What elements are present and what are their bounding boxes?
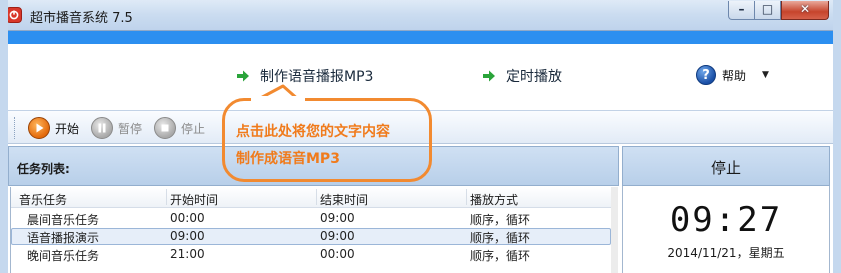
table-header: 音乐任务 开始时间 结束时间 播放方式 [11, 187, 611, 208]
column-header[interactable]: 开始时间 [170, 191, 218, 208]
window-title: 超市播音系统 7.5 [30, 11, 133, 26]
current-time: 09:27 [669, 200, 783, 240]
stop-label: 停止 [181, 121, 206, 136]
make-mp3-link[interactable]: 制作语音播报MP3 [236, 66, 373, 86]
callout-line-2: 制作成语音MP3 [236, 151, 340, 167]
task-name: 晨间音乐任务 [27, 213, 100, 227]
green-arrow-icon [483, 70, 495, 82]
task-end-time: 09:00 [320, 229, 355, 243]
pause-button[interactable]: 暂停 [91, 117, 142, 139]
minimize-icon: – [738, 2, 745, 16]
title-bar[interactable]: 超市播音系统 7.5 – □ ✕ [0, 0, 841, 31]
green-arrow-icon [237, 70, 249, 82]
task-name: 晚间音乐任务 [27, 249, 100, 263]
close-icon: ✕ [799, 2, 811, 16]
task-start-time: 00:00 [170, 211, 205, 225]
task-name: 语音播报演示 [27, 231, 100, 245]
help-icon: ? [696, 65, 716, 85]
header-accent-bar [8, 31, 833, 44]
start-label: 开始 [55, 121, 80, 136]
maximize-button[interactable]: □ [755, 1, 781, 20]
stop-icon [154, 117, 176, 139]
pause-label: 暂停 [118, 121, 143, 136]
player-state-label: 停止 [710, 159, 741, 177]
task-table: 音乐任务 开始时间 结束时间 播放方式 晨间音乐任务 00:00 09:00 顺… [10, 187, 618, 273]
task-play-mode: 顺序，循环 [470, 213, 531, 227]
help-menu[interactable]: ? 帮助 ▼ [696, 65, 769, 85]
scheduled-play-link[interactable]: 定时播放 [482, 66, 562, 86]
player-state-header: 停止 [622, 146, 830, 186]
start-button[interactable]: 开始 [28, 117, 79, 139]
clock-panel: 09:27 2014/11/21，星期五 [622, 186, 830, 273]
table-row[interactable]: 晚间音乐任务 21:00 00:00 顺序，循环 [11, 246, 611, 263]
task-list-title: 任务列表: [17, 162, 70, 176]
pause-icon [91, 117, 113, 139]
minimize-button[interactable]: – [728, 1, 755, 20]
column-divider[interactable] [466, 189, 467, 205]
task-end-time: 09:00 [320, 211, 355, 225]
callout-tail-cover [251, 96, 305, 104]
task-play-mode: 顺序，循环 [470, 231, 531, 245]
column-header[interactable]: 播放方式 [470, 191, 518, 208]
help-label: 帮助 [722, 68, 747, 83]
vertical-scrollbar[interactable] [611, 187, 618, 273]
app-window: 超市播音系统 7.5 – □ ✕ 制作语音播报MP3 定时播放 ? 帮助 ▼ 开… [0, 0, 841, 273]
app-logo-icon [6, 7, 22, 23]
chevron-down-icon[interactable]: ▼ [762, 70, 769, 80]
column-header[interactable]: 音乐任务 [19, 191, 67, 208]
task-start-time: 21:00 [170, 247, 205, 261]
toolbar-grip[interactable] [14, 117, 18, 139]
task-play-mode: 顺序，循环 [470, 249, 531, 263]
column-divider[interactable] [316, 189, 317, 205]
scheduled-play-label: 定时播放 [506, 69, 562, 85]
table-row[interactable]: 晨间音乐任务 00:00 09:00 顺序，循环 [11, 210, 611, 227]
close-button[interactable]: ✕ [781, 1, 829, 20]
make-mp3-label: 制作语音播报MP3 [260, 69, 374, 85]
task-start-time: 09:00 [170, 229, 205, 243]
callout-line-1: 点击此处将您的文字内容 [236, 124, 390, 140]
column-header[interactable]: 结束时间 [320, 191, 368, 208]
stop-button[interactable]: 停止 [154, 117, 205, 139]
table-row-selected[interactable]: 语音播报演示 09:00 09:00 顺序，循环 [11, 228, 611, 245]
current-date: 2014/11/21，星期五 [667, 246, 785, 260]
maximize-icon: □ [761, 2, 774, 16]
play-icon [28, 117, 50, 139]
task-end-time: 00:00 [320, 247, 355, 261]
column-divider[interactable] [166, 189, 167, 205]
